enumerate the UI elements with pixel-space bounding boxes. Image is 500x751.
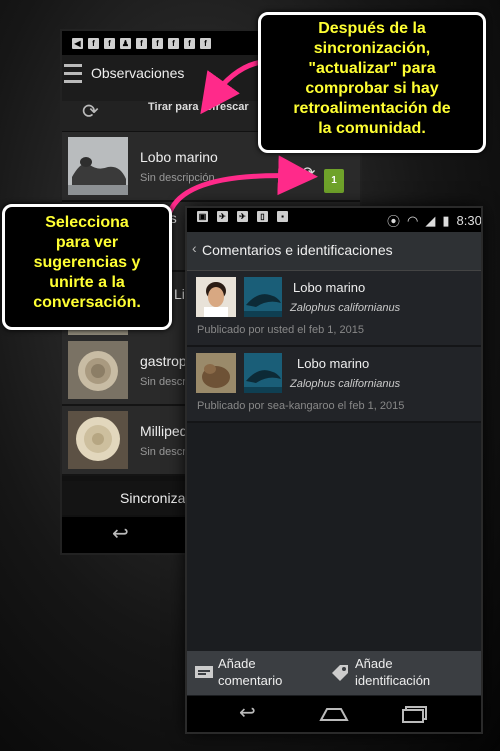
callout-line: para ver bbox=[55, 234, 119, 251]
callout-line: sugerencias y bbox=[33, 254, 141, 271]
callout-line: comprobar si hay bbox=[305, 80, 439, 97]
callout-line: sincronización, bbox=[313, 40, 431, 57]
callout-line: Selecciona bbox=[45, 214, 129, 231]
arrow-to-refresh bbox=[200, 59, 263, 115]
callout-line: conversación. bbox=[33, 294, 141, 311]
callout-line: unirte a la bbox=[49, 274, 125, 291]
callout-line: retroalimentación de bbox=[293, 100, 451, 117]
callout-line: la comunidad. bbox=[318, 120, 426, 137]
callout-line: Después de la bbox=[318, 20, 426, 37]
callout-select-tip: Selecciona para ver sugerencias y unirte… bbox=[2, 204, 172, 330]
callout-line: "actualizar" para bbox=[308, 60, 436, 77]
arrow-to-badge bbox=[167, 155, 318, 214]
callout-refresh-tip: Después de la sincronización, "actualiza… bbox=[258, 12, 486, 153]
